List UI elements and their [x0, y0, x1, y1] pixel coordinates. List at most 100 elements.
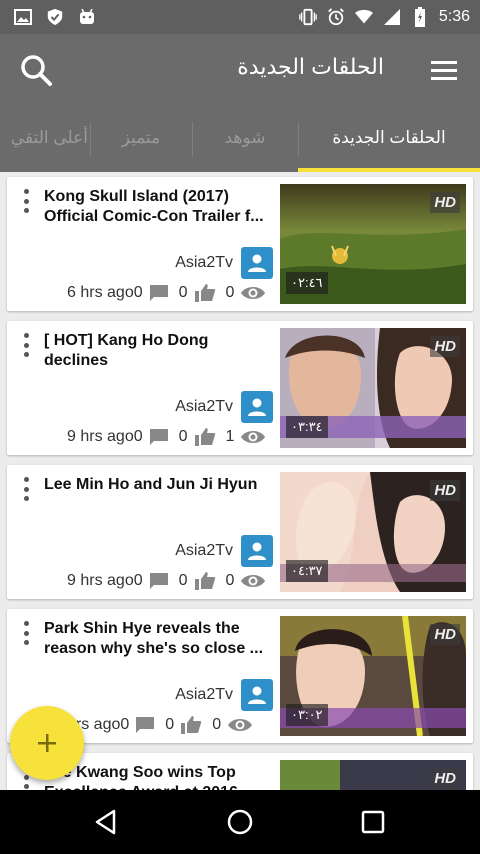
time-ago: 9 hrs ago	[67, 428, 134, 445]
thumb-up-icon	[194, 571, 216, 591]
channel-name: Asia2Tv	[175, 254, 233, 271]
plus-icon	[38, 734, 56, 752]
video-meta: 9 hrs ago 0 0 1	[67, 427, 272, 447]
comment-icon	[135, 716, 155, 734]
more-vert-icon[interactable]	[21, 333, 31, 357]
view-count: 0	[225, 284, 235, 301]
duration-badge: ٠٣:٠٢	[286, 704, 328, 726]
channel-name: Asia2Tv	[175, 398, 233, 415]
hd-badge: HD	[430, 768, 460, 789]
back-button[interactable]	[90, 806, 122, 838]
tab-divider	[298, 122, 299, 156]
battery-icon	[411, 7, 429, 27]
check-icon	[46, 8, 64, 26]
eye-icon	[240, 572, 266, 590]
hd-badge: HD	[430, 192, 460, 213]
recents-button[interactable]	[357, 806, 389, 838]
recents-icon	[361, 810, 385, 834]
video-meta: 6 hrs ago 0 0 0	[67, 283, 272, 303]
video-title[interactable]: Lee Kwang Soo wins Top Excellence Award …	[44, 763, 272, 790]
wifi-icon	[354, 8, 373, 26]
channel-name: Asia2Tv	[175, 542, 233, 559]
view-count: 0	[212, 716, 222, 733]
channel-info[interactable]: Asia2Tv	[175, 679, 273, 711]
comment-count: 0	[120, 716, 130, 733]
thumb-up-icon	[194, 283, 216, 303]
more-vert-icon[interactable]	[21, 621, 31, 645]
duration-badge: ٠٢:٤٦	[286, 272, 328, 294]
eye-icon	[240, 428, 266, 446]
video-title[interactable]: Kong Skull Island (2017) Official Comic-…	[44, 187, 272, 227]
avatar	[241, 247, 273, 279]
back-icon	[95, 809, 116, 835]
thumb-up-icon	[180, 715, 202, 735]
comment-count: 0	[133, 572, 143, 589]
avatar	[241, 679, 273, 711]
like-count: 0	[178, 572, 188, 589]
person-icon	[248, 254, 266, 272]
duration-badge: ٠٣:٣٤	[286, 416, 328, 438]
more-vert-icon[interactable]	[21, 189, 31, 213]
menu-icon	[431, 61, 457, 80]
hd-badge: HD	[430, 624, 460, 645]
video-list[interactable]: Kong Skull Island (2017) Official Comic-…	[0, 172, 480, 790]
search-icon	[21, 55, 52, 86]
tab-new-episodes[interactable]: الحلقات الجديدة	[298, 104, 480, 172]
tab-watched[interactable]: شوهد	[192, 104, 298, 172]
comment-icon	[149, 428, 169, 446]
tab-top-rated[interactable]: أعلى التقي	[0, 104, 88, 172]
tab-bar: الحلقات الجديدة شوهد متميز أعلى التقي	[0, 104, 480, 172]
like-count: 0	[165, 716, 175, 733]
thumb-up-icon	[194, 427, 216, 447]
channel-info[interactable]: Asia2Tv	[175, 247, 273, 279]
video-thumbnail[interactable]: HD ٠٣:٠٢	[280, 616, 466, 736]
like-count: 0	[178, 284, 188, 301]
hd-badge: HD	[430, 336, 460, 357]
channel-info[interactable]: Asia2Tv	[175, 391, 273, 423]
avatar	[241, 391, 273, 423]
page-title: الحلقات الجديدة	[237, 54, 384, 79]
video-meta: hrs ago 0 0 0	[67, 715, 259, 735]
hd-badge: HD	[430, 480, 460, 501]
search-button[interactable]	[18, 52, 54, 88]
person-icon	[248, 542, 266, 560]
tab-divider	[192, 122, 193, 156]
channel-info[interactable]: Asia2Tv	[175, 535, 273, 567]
status-time: 5:36	[438, 8, 470, 25]
image-icon	[14, 8, 32, 26]
signal-icon	[383, 8, 401, 26]
video-title[interactable]: Park Shin Hye reveals the reason why she…	[44, 619, 272, 659]
android-icon	[78, 8, 96, 26]
person-icon	[248, 398, 266, 416]
channel-name: Asia2Tv	[175, 686, 233, 703]
menu-button[interactable]	[430, 58, 458, 82]
like-count: 0	[178, 428, 188, 445]
video-thumbnail[interactable]: HD ٠٢:٤٦	[280, 184, 466, 304]
video-meta: 9 hrs ago 0 0 0	[67, 571, 272, 591]
view-count: 1	[225, 428, 235, 445]
view-count: 0	[225, 572, 235, 589]
comment-icon	[149, 284, 169, 302]
comment-count: 0	[133, 428, 143, 445]
more-vert-icon[interactable]	[21, 477, 31, 501]
video-thumbnail[interactable]: HD ٠٣:٣٤	[280, 328, 466, 448]
comment-count: 0	[133, 284, 143, 301]
eye-icon	[227, 716, 253, 734]
tab-divider	[90, 122, 91, 156]
video-card[interactable]: Lee Min Ho and Jun Ji Hyun Asia2Tv 9 hrs…	[7, 465, 473, 599]
time-ago: 9 hrs ago	[67, 572, 134, 589]
video-thumbnail[interactable]: HD ٠٤:٣٧	[280, 472, 466, 592]
video-card[interactable]: Kong Skull Island (2017) Official Comic-…	[7, 177, 473, 311]
person-icon	[248, 686, 266, 704]
add-button[interactable]	[10, 706, 84, 780]
video-card[interactable]: [ HOT] Kang Ho Dong declines Asia2Tv 9 h…	[7, 321, 473, 455]
video-title[interactable]: Lee Min Ho and Jun Ji Hyun	[44, 475, 272, 495]
home-button[interactable]	[224, 806, 256, 838]
eye-icon	[240, 284, 266, 302]
comment-icon	[149, 572, 169, 590]
tab-featured[interactable]: متميز	[90, 104, 192, 172]
home-icon	[227, 809, 253, 835]
video-title[interactable]: [ HOT] Kang Ho Dong declines	[44, 331, 272, 371]
video-thumbnail[interactable]: HD	[280, 760, 466, 790]
status-bar: 5:36	[0, 0, 480, 34]
